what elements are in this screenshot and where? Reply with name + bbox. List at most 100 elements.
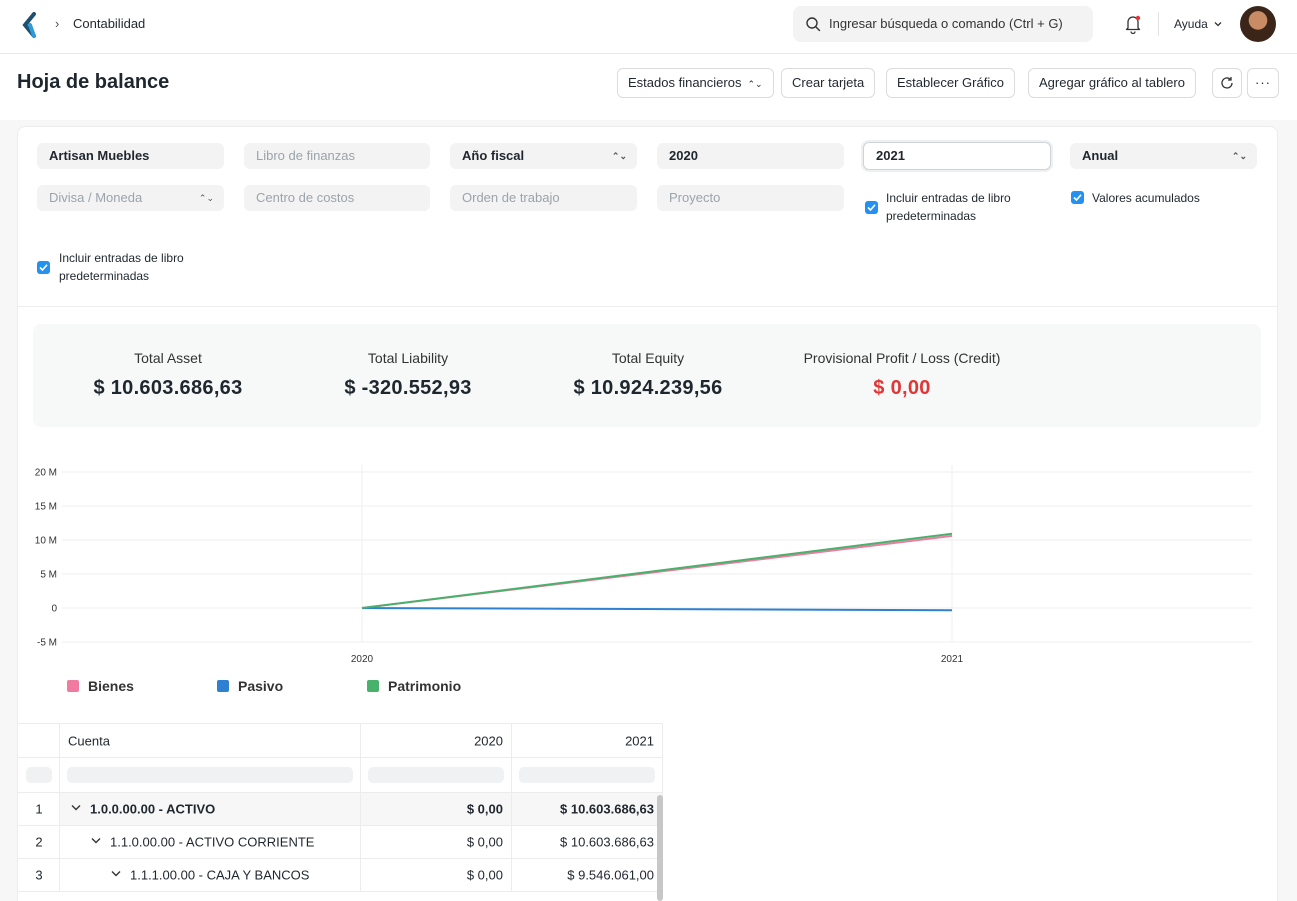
add-chart-dashboard-button[interactable]: Agregar gráfico al tablero bbox=[1028, 68, 1196, 98]
account-cell[interactable]: 1.1.1.00.00 - CAJA Y BANCOS bbox=[60, 859, 361, 891]
filter-divider bbox=[17, 306, 1278, 307]
account-cell[interactable]: 1.1.0.00.00 - ACTIVO CORRIENTE bbox=[60, 826, 361, 858]
value-2020: $ 0,00 bbox=[466, 801, 503, 817]
search-icon bbox=[806, 17, 821, 32]
work-order-field[interactable]: Orden de trabajo bbox=[450, 185, 637, 211]
value-2021-cell[interactable]: $ 10.603.686,63 bbox=[512, 826, 663, 858]
summary-label: Total Equity bbox=[611, 350, 685, 366]
y-tick-label: 0 bbox=[51, 604, 57, 615]
project-field[interactable]: Proyecto bbox=[657, 185, 844, 211]
summary-label: Total Asset bbox=[134, 350, 202, 366]
table-scrollbar[interactable] bbox=[657, 795, 663, 901]
help-menu[interactable]: Ayuda bbox=[1174, 17, 1208, 31]
filter-2020-input[interactable] bbox=[368, 767, 504, 783]
chevron-down-icon[interactable] bbox=[90, 835, 102, 847]
row-number: 1 bbox=[18, 793, 60, 825]
filter-2020-cell[interactable] bbox=[361, 758, 512, 792]
notification-bell-icon[interactable] bbox=[1124, 14, 1142, 34]
legend-label: Patrimonio bbox=[388, 678, 462, 694]
app-logo[interactable] bbox=[22, 12, 38, 38]
filter-2021-input[interactable] bbox=[519, 767, 655, 783]
to-year-field[interactable]: 2021 bbox=[863, 142, 1051, 170]
value-2021: $ 10.603.686,63 bbox=[560, 834, 654, 850]
summary-value: $ 0,00 bbox=[873, 377, 931, 399]
financial-statements-button[interactable]: Estados financieros ⌃⌄ bbox=[617, 68, 774, 98]
table-row[interactable]: 1 1.0.0.00.00 - ACTIVO $ 0,00 $ 10.603.6… bbox=[17, 793, 663, 826]
filter-account-cell[interactable] bbox=[60, 758, 361, 792]
value-2021: $ 9.546.061,00 bbox=[567, 867, 654, 883]
header-2020[interactable]: 2020 bbox=[361, 724, 512, 757]
filter-2021-cell[interactable] bbox=[512, 758, 663, 792]
include-default-entries-checkbox-2[interactable] bbox=[37, 261, 50, 274]
summary-panel: Total Asset $ 10.603.686,63 Total Liabil… bbox=[33, 324, 1261, 427]
filter-pill bbox=[26, 767, 52, 783]
account-name: 1.0.0.00.00 - ACTIVO bbox=[90, 801, 216, 817]
table-row[interactable]: 2 1.1.0.00.00 - ACTIVO CORRIENTE $ 0,00 … bbox=[17, 826, 663, 859]
navbar-divider bbox=[1158, 12, 1159, 36]
value-2020: $ 0,00 bbox=[466, 867, 503, 883]
header-2021[interactable]: 2021 bbox=[512, 724, 663, 757]
include-default-entries-2-label-line1: Incluir entradas de libro bbox=[59, 251, 184, 265]
header-2020-label: 2020 bbox=[474, 733, 503, 748]
finance-book-field[interactable]: Libro de finanzas bbox=[244, 143, 430, 169]
value-2020-cell[interactable]: $ 0,00 bbox=[361, 859, 512, 891]
select-arrows-icon: ⌃⌄ bbox=[611, 151, 627, 161]
account-name: 1.1.1.00.00 - CAJA Y BANCOS bbox=[130, 867, 310, 883]
create-card-button[interactable]: Crear tarjeta bbox=[781, 68, 876, 98]
include-default-entries-2-label-line2: predeterminadas bbox=[59, 269, 150, 283]
x-tick-label: 2020 bbox=[351, 654, 374, 665]
from-year-field[interactable]: 2020 bbox=[657, 143, 844, 169]
account-cell-content: 1.1.0.00.00 - ACTIVO CORRIENTE bbox=[90, 835, 314, 850]
more-button[interactable]: ··· bbox=[1247, 68, 1279, 98]
breadcrumb[interactable]: Contabilidad bbox=[73, 16, 145, 31]
summary-label: Total Liability bbox=[367, 350, 449, 366]
chevron-down-icon[interactable] bbox=[70, 802, 82, 814]
y-tick-label: 5 M bbox=[40, 570, 57, 581]
y-tick-label: 10 M bbox=[35, 536, 57, 547]
chevron-right-icon: › bbox=[55, 16, 60, 31]
refresh-button[interactable] bbox=[1212, 68, 1242, 98]
period-type-value: Año fiscal bbox=[462, 148, 525, 163]
search-bar[interactable]: Ingresar búsqueda o comando (Ctrl + G) bbox=[793, 6, 1093, 42]
x-tick-label: 2021 bbox=[941, 654, 964, 665]
value-2021-cell[interactable]: $ 9.546.061,00 bbox=[512, 859, 663, 891]
value-2021: $ 10.603.686,63 bbox=[560, 801, 654, 817]
legend-label: Pasivo bbox=[238, 678, 284, 694]
summary-value: $ 10.924.239,56 bbox=[573, 377, 723, 399]
row-number: 2 bbox=[18, 826, 60, 858]
chevron-down-icon[interactable] bbox=[110, 868, 122, 880]
y-tick-label: -5 M bbox=[37, 638, 57, 649]
page-title: Hoja de balance bbox=[17, 71, 170, 93]
account-cell[interactable]: 1.0.0.00.00 - ACTIVO bbox=[60, 793, 361, 825]
header-account[interactable]: Cuenta bbox=[60, 724, 361, 757]
company-field[interactable]: Artisan Muebles bbox=[37, 143, 224, 169]
series-line-patrimonio bbox=[361, 532, 953, 609]
value-2020-cell[interactable]: $ 0,00 bbox=[361, 826, 512, 858]
currency-select[interactable]: Divisa / Moneda ⌃⌄ bbox=[37, 185, 224, 211]
search-input[interactable]: Ingresar búsqueda o comando (Ctrl + G) bbox=[829, 16, 1063, 31]
checkmark-icon bbox=[1073, 194, 1082, 202]
set-chart-button[interactable]: Establecer Gráfico bbox=[886, 68, 1015, 98]
legend-swatch bbox=[217, 680, 229, 692]
filter-account-input[interactable] bbox=[67, 767, 353, 783]
checkmark-icon bbox=[39, 264, 48, 272]
y-tick-label: 20 M bbox=[35, 468, 57, 479]
cost-center-field[interactable]: Centro de costos bbox=[244, 185, 430, 211]
row-number-text: 3 bbox=[35, 867, 43, 883]
periodicity-select[interactable]: Anual ⌃⌄ bbox=[1070, 143, 1257, 169]
accumulated-values-checkbox[interactable] bbox=[1071, 191, 1084, 204]
navbar: › Contabilidad Ingresar búsqueda o coman… bbox=[0, 0, 1297, 54]
value-2021-cell[interactable]: $ 10.603.686,63 bbox=[512, 793, 663, 825]
table-filter-row bbox=[17, 758, 663, 793]
include-default-entries-checkbox[interactable] bbox=[865, 201, 878, 214]
avatar[interactable] bbox=[1240, 6, 1276, 42]
checkmark-icon bbox=[867, 204, 876, 212]
period-type-select[interactable]: Año fiscal ⌃⌄ bbox=[450, 143, 637, 169]
table-row[interactable]: 3 1.1.1.00.00 - CAJA Y BANCOS $ 0,00 $ 9… bbox=[17, 859, 663, 892]
value-2020-cell[interactable]: $ 0,00 bbox=[361, 793, 512, 825]
row-number-text: 1 bbox=[35, 801, 43, 817]
more-icon: ··· bbox=[1255, 75, 1271, 90]
accumulated-values-label: Valores acumulados bbox=[1092, 191, 1200, 205]
filter-rownum-cell bbox=[18, 758, 60, 792]
row-number: 3 bbox=[18, 859, 60, 891]
